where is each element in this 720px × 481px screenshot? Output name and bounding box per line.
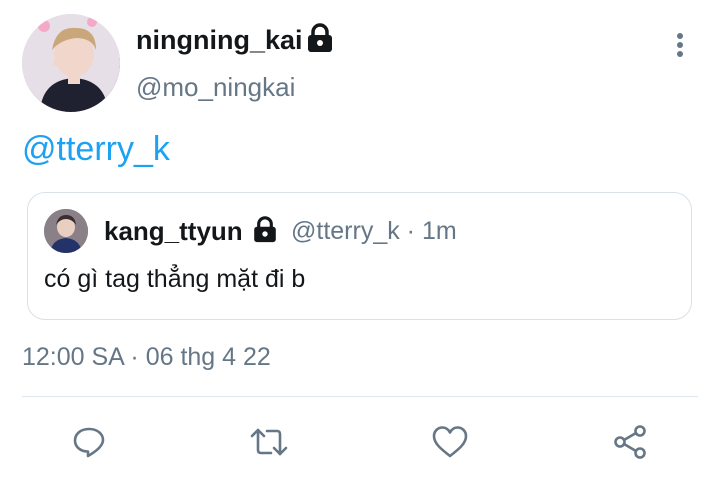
share-icon[interactable] [611, 422, 651, 462]
quoted-avatar [44, 209, 88, 253]
quoted-tweet-text: có gì tag thẳng mặt đi b [44, 265, 306, 293]
retweet-icon[interactable] [249, 422, 289, 462]
quoted-handle-time: @tterry_k · 1m [291, 217, 457, 245]
like-icon[interactable] [430, 422, 470, 462]
reply-icon[interactable] [69, 422, 109, 462]
more-vertical-icon[interactable] [668, 32, 692, 63]
divider [22, 396, 698, 397]
avatar[interactable] [22, 14, 120, 112]
quoted-tweet[interactable]: kang_ttyun @tterry_k · 1m có gì tag thẳn… [27, 192, 692, 320]
avatar-image [22, 14, 120, 112]
quoted-display-name[interactable]: kang_ttyun [104, 216, 243, 247]
display-name[interactable]: ningning_kai [136, 25, 303, 56]
lock-icon [252, 216, 278, 248]
tweet-timestamp[interactable]: 12:00 SA · 06 thg 4 22 [22, 343, 271, 372]
tweet-mention-link[interactable]: @tterry_k [22, 130, 170, 169]
lock-icon [306, 23, 334, 58]
user-handle[interactable]: @mo_ningkai [136, 72, 295, 103]
